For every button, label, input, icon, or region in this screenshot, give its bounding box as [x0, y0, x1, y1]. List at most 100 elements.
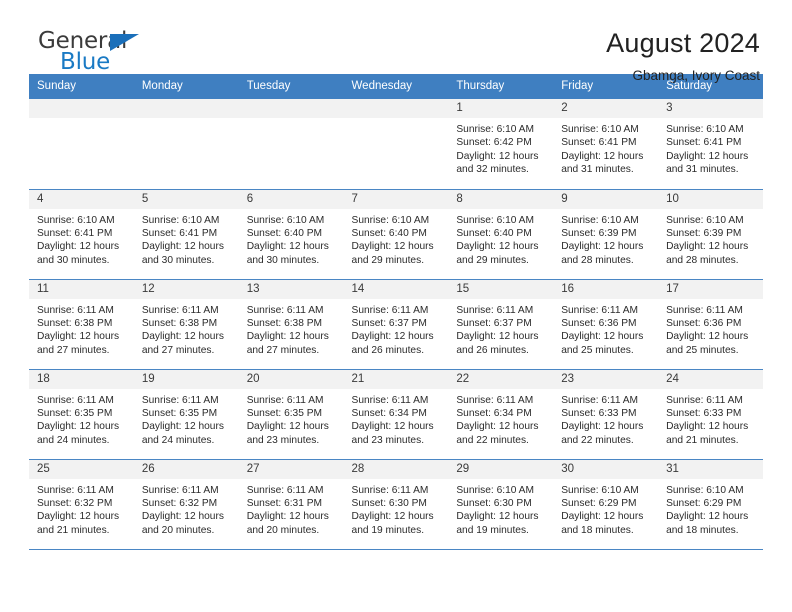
- calendar-cell-day[interactable]: 22 Sunrise: 6:11 AM Sunset: 6:34 PM Dayligh…: [448, 368, 554, 459]
- calendar-cell-empty: [29, 99, 134, 189]
- sunrise-text: Sunrise: 6:10 AM: [351, 214, 430, 226]
- calendar-cell-day[interactable]: 13 Sunrise: 6:11 AM Sunset: 6:38 PM Dayligh…: [238, 278, 344, 369]
- day-details: Sunrise: 6:10 AM Sunset: 6:29 PM Daylight:…: [553, 479, 658, 538]
- sunrise-text: Sunrise: 6:11 AM: [141, 304, 219, 316]
- daylight-text: Daylight: 12 hours and 32 minutes.: [456, 150, 539, 176]
- day-cell: 24 Sunrise: 6:11 AM Sunset: 6:33 PM Dayligh…: [658, 369, 763, 459]
- calendar-cell-day[interactable]: 12 Sunrise: 6:11 AM Sunset: 6:38 PM Dayligh…: [133, 278, 239, 369]
- calendar-cell-day[interactable]: 24 Sunrise: 6:11 AM Sunset: 6:33 PM Dayligh…: [658, 368, 763, 459]
- day-details: Sunrise: 6:10 AM Sunset: 6:42 PM Daylight:…: [448, 118, 553, 177]
- daylight-text: Daylight: 12 hours and 30 minutes.: [141, 241, 224, 266]
- day-cell: 28 Sunrise: 6:11 AM Sunset: 6:30 PM Dayligh…: [343, 459, 449, 549]
- calendar-cell-day[interactable]: 11 Sunrise: 6:11 AM Sunset: 6:38 PM Dayligh…: [29, 278, 134, 369]
- day-number: 17: [658, 279, 763, 299]
- day-cell: 7 Sunrise: 6:10 AM Sunset: 6:40 PM Daylight…: [343, 189, 449, 279]
- sunrise-text: Sunrise: 6:11 AM: [37, 484, 114, 496]
- daylight-text: Daylight: 12 hours and 30 minutes.: [37, 241, 120, 266]
- logo-triangle-icon: [110, 34, 139, 51]
- calendar-cell-day[interactable]: 4 Sunrise: 6:10 AM Sunset: 6:41 PM Daylight…: [29, 188, 134, 279]
- day-cell: 1 Sunrise: 6:10 AM Sunset: 6:42 PM Daylight…: [448, 99, 554, 188]
- general-blue-logo[interactable]: General Blue: [30, 28, 160, 80]
- day-details: Sunrise: 6:11 AM Sunset: 6:32 PM Daylight:…: [134, 479, 239, 538]
- calendar-week-row: 11 Sunrise: 6:11 AM Sunset: 6:38 PM Dayligh…: [29, 278, 763, 369]
- calendar-cell-day[interactable]: 3 Sunrise: 6:10 AM Sunset: 6:41 PM Daylight…: [658, 99, 763, 189]
- sunset-text: Sunset: 6:36 PM: [666, 317, 742, 329]
- calendar-cell-day[interactable]: 29 Sunrise: 6:10 AM Sunset: 6:30 PM Dayligh…: [448, 458, 554, 549]
- page-title: August 2024: [606, 28, 760, 58]
- day-number: 14: [343, 279, 449, 299]
- calendar-cell-day[interactable]: 14 Sunrise: 6:11 AM Sunset: 6:37 PM Dayligh…: [343, 278, 449, 369]
- calendar-cell-day[interactable]: 21 Sunrise: 6:11 AM Sunset: 6:34 PM Dayligh…: [343, 368, 449, 459]
- daylight-text: Daylight: 12 hours and 24 minutes.: [141, 421, 224, 446]
- sunrise-text: Sunrise: 6:11 AM: [351, 394, 429, 406]
- day-cell: 5 Sunrise: 6:10 AM Sunset: 6:41 PM Daylight…: [133, 189, 239, 279]
- day-details: Sunrise: 6:11 AM Sunset: 6:31 PM Daylight:…: [239, 479, 344, 538]
- day-details: Sunrise: 6:11 AM Sunset: 6:35 PM Daylight:…: [29, 389, 134, 448]
- calendar-cell-day[interactable]: 30 Sunrise: 6:10 AM Sunset: 6:29 PM Dayligh…: [553, 458, 659, 549]
- day-cell: 4 Sunrise: 6:10 AM Sunset: 6:41 PM Daylight…: [29, 189, 134, 279]
- sunrise-text: Sunrise: 6:10 AM: [666, 124, 744, 135]
- day-number: 22: [448, 369, 554, 389]
- calendar-cell-day[interactable]: 16 Sunrise: 6:11 AM Sunset: 6:36 PM Dayligh…: [553, 278, 659, 369]
- calendar-week-row: 25 Sunrise: 6:11 AM Sunset: 6:32 PM Dayligh…: [29, 458, 763, 549]
- day-number: 24: [658, 369, 763, 389]
- calendar-cell-day[interactable]: 10 Sunrise: 6:10 AM Sunset: 6:39 PM Dayligh…: [658, 188, 763, 279]
- calendar-cell-day[interactable]: 25 Sunrise: 6:11 AM Sunset: 6:32 PM Dayligh…: [29, 458, 134, 549]
- sunset-text: Sunset: 6:40 PM: [351, 227, 427, 239]
- day-cell: 21 Sunrise: 6:11 AM Sunset: 6:34 PM Dayligh…: [343, 369, 449, 459]
- daylight-text: Daylight: 12 hours and 21 minutes.: [37, 511, 120, 536]
- day-cell: 13 Sunrise: 6:11 AM Sunset: 6:38 PM Dayligh…: [238, 279, 344, 369]
- sunrise-text: Sunrise: 6:10 AM: [456, 214, 534, 226]
- day-cell: 26 Sunrise: 6:11 AM Sunset: 6:32 PM Dayligh…: [133, 459, 239, 549]
- calendar-week-row: 4 Sunrise: 6:10 AM Sunset: 6:41 PM Daylight…: [29, 188, 763, 279]
- calendar-cell-day[interactable]: 1 Sunrise: 6:10 AM Sunset: 6:42 PM Daylight…: [448, 99, 554, 189]
- daylight-text: Daylight: 12 hours and 22 minutes.: [456, 421, 539, 446]
- calendar-cell-day[interactable]: 9 Sunrise: 6:10 AM Sunset: 6:39 PM Daylight…: [553, 188, 659, 279]
- daylight-text: Daylight: 12 hours and 23 minutes.: [351, 421, 434, 446]
- sunrise-text: Sunrise: 6:10 AM: [561, 124, 639, 135]
- day-details: Sunrise: 6:11 AM Sunset: 6:36 PM Daylight:…: [658, 299, 763, 358]
- sunset-text: Sunset: 6:29 PM: [561, 497, 637, 509]
- calendar-cell-day[interactable]: 26 Sunrise: 6:11 AM Sunset: 6:32 PM Dayligh…: [133, 458, 239, 549]
- daylight-text: Daylight: 12 hours and 28 minutes.: [561, 241, 644, 266]
- day-details: Sunrise: 6:11 AM Sunset: 6:34 PM Daylight:…: [448, 389, 553, 448]
- calendar-cell-day[interactable]: 15 Sunrise: 6:11 AM Sunset: 6:37 PM Dayligh…: [448, 278, 554, 369]
- calendar-cell-day[interactable]: 20 Sunrise: 6:11 AM Sunset: 6:35 PM Dayligh…: [238, 368, 344, 459]
- calendar-cell-day[interactable]: 23 Sunrise: 6:11 AM Sunset: 6:33 PM Dayligh…: [553, 368, 659, 459]
- calendar-cell-day[interactable]: 17 Sunrise: 6:11 AM Sunset: 6:36 PM Dayligh…: [658, 278, 763, 369]
- daylight-text: Daylight: 12 hours and 29 minutes.: [351, 241, 434, 266]
- sunset-text: Sunset: 6:39 PM: [666, 227, 742, 239]
- day-details: Sunrise: 6:10 AM Sunset: 6:41 PM Daylight:…: [29, 209, 134, 268]
- calendar-cell-day[interactable]: 19 Sunrise: 6:11 AM Sunset: 6:35 PM Dayligh…: [133, 368, 239, 459]
- sunrise-text: Sunrise: 6:10 AM: [246, 214, 325, 226]
- calendar-cell-day[interactable]: 2 Sunrise: 6:10 AM Sunset: 6:41 PM Daylight…: [553, 99, 659, 189]
- calendar-wrapper: Sunday Monday Tuesday Wednesday Thursday…: [0, 74, 792, 549]
- day-details: Sunrise: 6:11 AM Sunset: 6:38 PM Daylight:…: [134, 299, 239, 358]
- sunrise-text: Sunrise: 6:10 AM: [456, 484, 534, 496]
- calendar-cell-day[interactable]: 5 Sunrise: 6:10 AM Sunset: 6:41 PM Daylight…: [133, 188, 239, 279]
- day-cell: 15 Sunrise: 6:11 AM Sunset: 6:37 PM Dayligh…: [448, 279, 554, 369]
- calendar-cell-day[interactable]: 7 Sunrise: 6:10 AM Sunset: 6:40 PM Daylight…: [343, 188, 449, 279]
- daylight-text: Daylight: 12 hours and 27 minutes.: [141, 331, 224, 356]
- calendar-cell-day[interactable]: 27 Sunrise: 6:11 AM Sunset: 6:31 PM Dayligh…: [238, 458, 344, 549]
- day-number: 4: [29, 189, 134, 209]
- day-details: Sunrise: 6:10 AM Sunset: 6:41 PM Daylight:…: [553, 118, 658, 177]
- sunset-text: Sunset: 6:41 PM: [141, 227, 218, 239]
- day-number: 30: [553, 459, 659, 479]
- day-number: 8: [448, 189, 554, 209]
- calendar-cell-day[interactable]: 8 Sunrise: 6:10 AM Sunset: 6:40 PM Daylight…: [448, 188, 554, 279]
- calendar-cell-day[interactable]: 6 Sunrise: 6:10 AM Sunset: 6:40 PM Daylight…: [238, 188, 344, 279]
- sunset-text: Sunset: 6:29 PM: [666, 497, 742, 509]
- calendar-cell-day[interactable]: 18 Sunrise: 6:11 AM Sunset: 6:35 PM Dayligh…: [29, 368, 134, 459]
- day-details: Sunrise: 6:11 AM Sunset: 6:34 PM Daylight:…: [344, 389, 449, 448]
- calendar-cell-empty: [133, 99, 239, 189]
- calendar-cell-day[interactable]: 31 Sunrise: 6:10 AM Sunset: 6:29 PM Dayligh…: [658, 458, 763, 549]
- day-number: [238, 99, 344, 118]
- day-details: Sunrise: 6:10 AM Sunset: 6:30 PM Daylight:…: [448, 479, 553, 538]
- day-number: 16: [553, 279, 659, 299]
- day-number: 18: [29, 369, 134, 389]
- daylight-text: Daylight: 12 hours and 21 minutes.: [666, 421, 749, 446]
- day-number: 2: [553, 99, 659, 118]
- calendar-page: General Blue August 2024 Gbamga, Ivory C…: [0, 0, 792, 612]
- calendar-cell-day[interactable]: 28 Sunrise: 6:11 AM Sunset: 6:30 PM Dayligh…: [343, 458, 449, 549]
